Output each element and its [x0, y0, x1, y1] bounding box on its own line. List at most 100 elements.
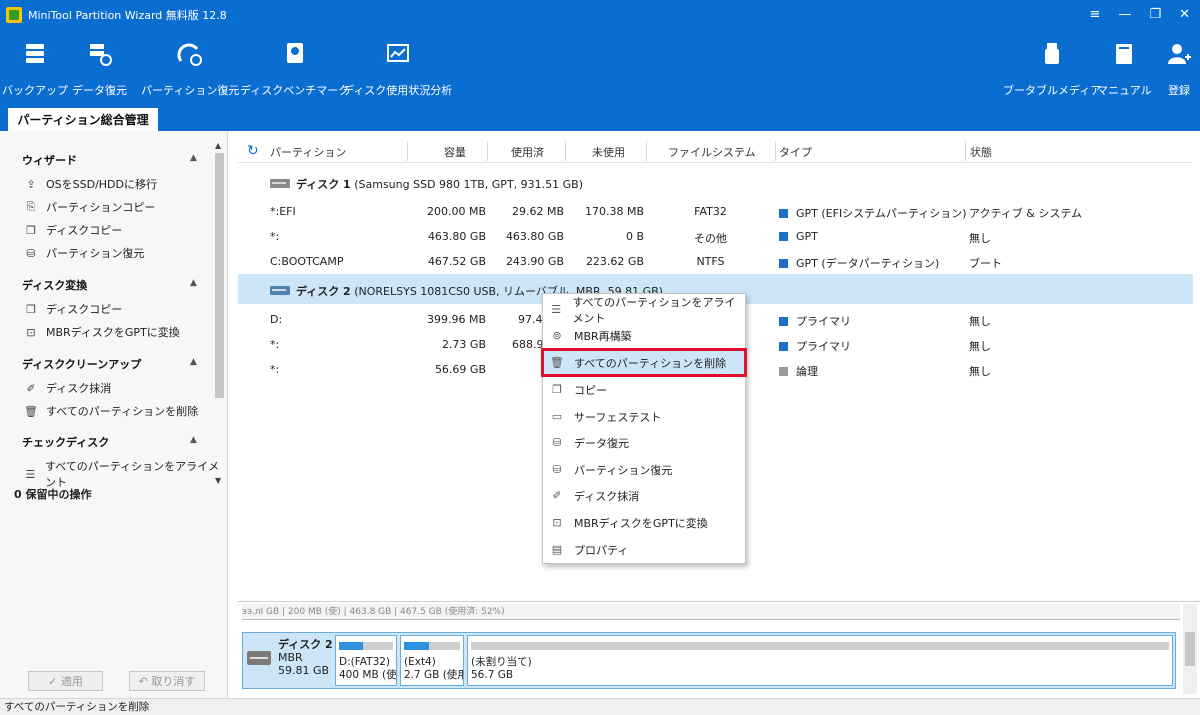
status-bar: すべてのパーティションを削除	[0, 698, 1200, 715]
menu-item-data-recovery[interactable]: ⛁ データ復元	[543, 430, 745, 455]
cell-filesystem: その他	[694, 232, 727, 245]
menu-item-align-all[interactable]: ☰ すべてのパーティションをアライメント	[543, 296, 745, 325]
menu-item-label: MBR再構築	[574, 329, 632, 343]
cell-partition: *:	[270, 338, 280, 351]
menu-item-partition-recovery[interactable]: ⛁ パーティション復元	[543, 457, 745, 482]
menu-item-label: ディスク抹消	[574, 489, 640, 503]
disk-map: ээ.лI GB | 200 MB (使) | 463.8 GB | 467.5…	[238, 601, 1200, 698]
sidebar-item-copy-disk-2[interactable]: ❐ ディスクコピー	[24, 301, 122, 317]
disk-benchmark-icon	[281, 40, 309, 68]
chevron-down-icon[interactable]: ▼	[215, 476, 221, 485]
sidebar-item-wipe-disk[interactable]: ✐ ディスク抹消	[24, 380, 111, 396]
menu-item-wipe-disk[interactable]: ✐ ディスク抹消	[543, 483, 745, 508]
disk-map-row-disk-2[interactable]: ディスク 2 MBR 59.81 GB D:(FAT32) 400 MB (使用…	[242, 632, 1176, 689]
apply-button[interactable]: ✓ 適用	[28, 671, 103, 691]
section-disk-cleanup[interactable]: ディスククリーンアップ	[22, 356, 141, 372]
scrollbar-thumb[interactable]	[215, 153, 224, 398]
cell-partition: D:	[270, 313, 283, 326]
sidebar-item-partition-recovery[interactable]: ⛁ パーティション復元	[24, 245, 144, 261]
chevron-up-icon[interactable]: ▲	[190, 357, 197, 367]
menu-item-label: データ復元	[574, 436, 629, 450]
minimize-icon[interactable]: —	[1118, 7, 1131, 22]
chevron-up-icon[interactable]: ▲	[190, 278, 197, 288]
column-capacity[interactable]: 容量	[444, 144, 466, 160]
column-partition[interactable]: パーティション	[270, 144, 346, 160]
undo-button[interactable]: ↶ 取り消す	[129, 671, 205, 691]
context-menu: ☰ すべてのパーティションをアライメント ⊚ MBR再構築 🗑 すべてのパーティション…	[541, 293, 747, 564]
space-analyzer-button[interactable]: ディスク使用状況分析	[343, 40, 452, 98]
section-check-disk[interactable]: チェックディスク	[22, 434, 109, 450]
disk-detail: (Samsung SSD 980 1TB, GPT, 931.51 GB)	[354, 178, 584, 191]
tab-partition-management[interactable]: パーティション総合管理	[8, 108, 158, 131]
cell-status: 無し	[969, 365, 991, 378]
backup-button[interactable]: バックアップ	[2, 40, 68, 98]
refresh-icon[interactable]: ↻	[247, 143, 259, 159]
disk-benchmark-label: ディスクベンチマーク	[240, 84, 350, 97]
bootable-media-button[interactable]: ブータブルメディア	[1003, 40, 1101, 98]
sidebar-item-migrate-os[interactable]: ⇪ OSをSSD/HDDに移行	[24, 176, 157, 192]
menu-item-label: すべてのパーティションをアライメント	[572, 295, 736, 325]
sidebar-item-convert-mbr-gpt[interactable]: ⊡ MBRディスクをGPTに変換	[24, 324, 179, 340]
disk-map-partition[interactable]: D:(FAT32) 400 MB (使用	[335, 635, 397, 686]
partition-recovery-icon	[176, 40, 204, 68]
section-disk-convert[interactable]: ディスク変換	[22, 277, 87, 293]
column-unused[interactable]: 未使用	[592, 144, 625, 160]
section-wizard[interactable]: ウィザード	[22, 152, 77, 168]
column-used[interactable]: 使用済	[511, 144, 544, 160]
convert-icon: ⊡	[26, 325, 36, 339]
menu-item-copy[interactable]: ❐ コピー	[543, 377, 745, 402]
restore-icon[interactable]: ❐	[1149, 7, 1161, 22]
scrollbar-thumb[interactable]	[1185, 632, 1195, 666]
sidebar-item-copy-partition[interactable]: ⎘ パーティションコピー	[24, 199, 156, 215]
sidebar-item-copy-disk[interactable]: ❐ ディスクコピー	[24, 222, 122, 238]
partition-recovery-button[interactable]: パーティション復元	[141, 40, 239, 98]
disk-map-partition[interactable]: (Ext4) 2.7 GB (使用	[400, 635, 464, 686]
disk-map-partition[interactable]: (未割り当て) 56.7 GB	[467, 635, 1173, 686]
disk-row-1[interactable]: ディスク 1 (Samsung SSD 980 1TB, GPT, 931.51…	[238, 170, 1193, 195]
menu-item-convert-mbr-gpt[interactable]: ⊡ MBRディスクをGPTに変換	[543, 510, 745, 535]
data-recovery-button[interactable]: データ復元	[72, 40, 127, 98]
column-filesystem[interactable]: ファイルシステム	[668, 144, 756, 160]
space-analyzer-label: ディスク使用状況分析	[343, 84, 453, 97]
menu-item-label: パーティション復元	[574, 463, 673, 477]
menu-item-label: すべてのパーティションを削除	[574, 356, 727, 370]
manual-button[interactable]: マニュアル	[1097, 40, 1152, 98]
menu-item-properties[interactable]: ▤ プロパティ	[543, 537, 745, 562]
menu-item-delete-all-partitions[interactable]: 🗑 すべてのパーティションを削除	[541, 348, 747, 377]
sidebar-item-delete-all[interactable]: 🗑 すべてのパーティションを削除	[24, 403, 198, 419]
cell-used: 243.90 GB	[505, 255, 564, 268]
disk-benchmark-button[interactable]: ディスクベンチマーク	[240, 40, 349, 98]
register-button[interactable]: 登録	[1165, 40, 1193, 98]
menu-item-rebuild-mbr[interactable]: ⊚ MBR再構築	[543, 323, 745, 348]
menu-item-surface-test[interactable]: ▭ サーフェステスト	[543, 404, 745, 429]
cell-status: アクティブ & システム	[969, 207, 1083, 220]
manual-label: マニュアル	[1097, 84, 1152, 97]
disk-icon	[247, 651, 271, 665]
cell-type: GPT (EFIシステムパーティション)	[796, 207, 967, 220]
column-status[interactable]: 状態	[970, 144, 992, 160]
sidebar-scrollbar[interactable]: ▲ ▼	[212, 141, 226, 611]
data-recovery-label: データ復元	[72, 84, 127, 97]
sidebar-item-label: ディスクコピー	[46, 303, 123, 316]
data-recovery-icon: ⛁	[552, 436, 562, 449]
cell-type: GPT	[796, 230, 818, 243]
sidebar-item-label: ディスク抹消	[46, 382, 112, 395]
sidebar: ウィザード ▲ ⇪ OSをSSD/HDDに移行 ⎘ パーティションコピー ❐ ディスク…	[0, 131, 228, 698]
title-bar: MiniTool Partition Wizard 無料版 12.8 ≡ — ❐…	[0, 0, 1200, 30]
rebuild-mbr-icon: ⊚	[552, 329, 562, 342]
chevron-up-icon[interactable]: ▲	[215, 141, 221, 150]
table-row[interactable]: *: 463.80 GB 463.80 GB 0 B その他 GPT 無し	[238, 224, 1193, 249]
disk-map-scrollbar[interactable]	[1183, 604, 1197, 694]
chevron-up-icon[interactable]: ▲	[190, 153, 197, 163]
table-row[interactable]: C:BOOTCAMP 467.52 GB 243.90 GB 223.62 GB…	[238, 249, 1193, 274]
disk-icon	[270, 286, 290, 295]
menu-icon[interactable]: ≡	[1090, 7, 1101, 22]
cell-capacity: 56.69 GB	[434, 363, 486, 376]
table-row[interactable]: *:EFI 200.00 MB 29.62 MB 170.38 MB FAT32…	[238, 199, 1193, 224]
column-type[interactable]: タイプ	[779, 144, 812, 160]
cell-status: ブート	[969, 257, 1002, 270]
menu-item-label: MBRディスクをGPTに変換	[574, 516, 708, 530]
close-icon[interactable]: ✕	[1179, 7, 1190, 22]
chevron-up-icon[interactable]: ▲	[190, 435, 197, 445]
disk-name: ディスク 2	[278, 638, 333, 651]
